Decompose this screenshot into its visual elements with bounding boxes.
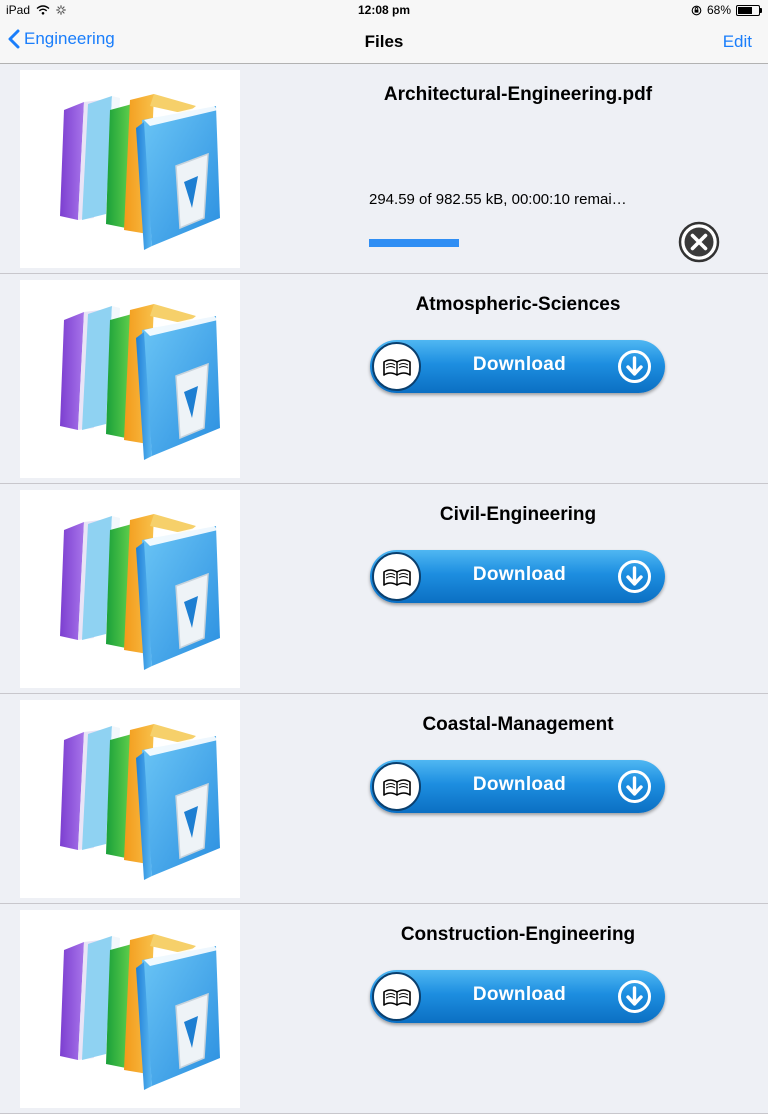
status-time: 12:08 pm (357, 3, 411, 17)
file-row[interactable]: Civil-Engineering Download (0, 484, 768, 694)
books-thumbnail (20, 700, 240, 898)
battery-percent: 68% (706, 3, 731, 17)
books-thumbnail (20, 490, 240, 688)
open-book-icon (372, 552, 421, 601)
file-row[interactable]: Atmospheric-Sciences Download (0, 274, 768, 484)
navigation-bar: Engineering Files Edit (0, 20, 768, 64)
close-circle-icon (678, 221, 720, 263)
file-name: Coastal-Management (422, 714, 614, 735)
download-button-label: Download (472, 774, 567, 795)
file-row[interactable]: Coastal-Management Download (0, 694, 768, 904)
battery-icon (736, 4, 762, 16)
file-row[interactable]: Architectural-Engineering.pdf 294.59 of … (0, 64, 768, 274)
arrow-down-circle-icon (617, 349, 652, 384)
status-right: 68% (691, 3, 762, 17)
status-bar: iPad 12:08 pm 68% (0, 0, 768, 20)
books-thumbnail (20, 70, 240, 268)
download-button[interactable]: Download (370, 970, 665, 1023)
books-thumbnail (20, 910, 240, 1108)
arrow-down-circle-icon (617, 769, 652, 804)
open-book-icon (372, 972, 421, 1021)
download-progress-bar (369, 239, 669, 247)
download-progress-text: 294.59 of 982.55 kB, 00:00:10 remai… (369, 191, 627, 208)
download-button[interactable]: Download (370, 760, 665, 813)
page-title: Files (364, 32, 404, 51)
download-button-label: Download (472, 354, 567, 375)
open-book-icon (372, 762, 421, 811)
arrow-down-circle-icon (617, 559, 652, 594)
file-name: Architectural-Engineering.pdf (383, 84, 653, 105)
download-button-label: Download (472, 564, 567, 585)
file-list: Architectural-Engineering.pdf 294.59 of … (0, 64, 768, 1114)
open-book-icon (372, 342, 421, 391)
download-button[interactable]: Download (370, 340, 665, 393)
books-thumbnail (20, 280, 240, 478)
file-name: Construction-Engineering (400, 924, 636, 945)
file-name: Atmospheric-Sciences (415, 294, 621, 315)
download-button-label: Download (472, 984, 567, 1005)
cancel-download-button[interactable] (678, 221, 720, 263)
orientation-lock-icon (691, 5, 702, 15)
file-name: Civil-Engineering (439, 504, 597, 525)
edit-button[interactable]: Edit (723, 32, 752, 52)
download-progress-fill (369, 239, 459, 247)
file-row[interactable]: Construction-Engineering Download (0, 904, 768, 1114)
battery-level (738, 6, 752, 14)
arrow-down-circle-icon (617, 979, 652, 1014)
download-button[interactable]: Download (370, 550, 665, 603)
